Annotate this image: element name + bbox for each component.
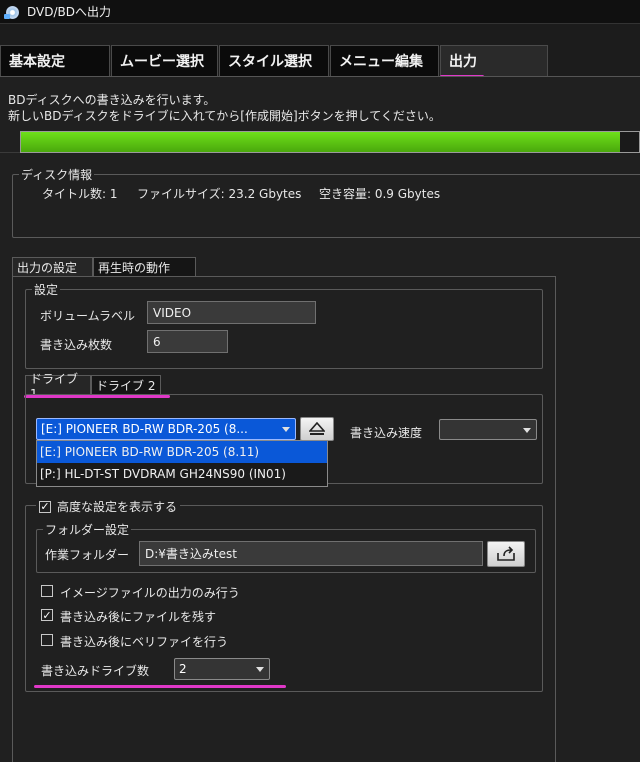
tab-movie-select[interactable]: ムービー選択	[111, 45, 218, 76]
copies-input[interactable]: 6	[147, 330, 228, 353]
write-speed-select[interactable]	[439, 419, 537, 440]
volume-label-caption: ボリュームラベル	[40, 309, 136, 323]
title-count: タイトル数: 1	[42, 187, 118, 201]
app-disc-icon	[4, 5, 22, 19]
main-tabs: 基本設定 ムービー選択 スタイル選択 メニュー編集 出力	[0, 45, 549, 76]
drive-option[interactable]: [E:] PIONEER BD-RW BDR-205 (8.11)	[37, 441, 327, 463]
tab-output[interactable]: 出力	[440, 45, 548, 76]
keep-files-checkbox[interactable]: ✓	[41, 609, 53, 621]
image-only-label: イメージファイルの出力のみ行う	[60, 586, 240, 600]
keep-files-label: 書き込み後にファイルを残す	[60, 610, 217, 624]
tab-style-select[interactable]: スタイル選択	[219, 45, 329, 76]
image-only-checkbox[interactable]	[41, 585, 53, 597]
chevron-down-icon	[282, 427, 290, 432]
title-bar: DVD/BDへ出力	[0, 0, 640, 24]
folder-upload-icon	[497, 546, 515, 561]
volume-label-input[interactable]: VIDEO	[147, 301, 316, 324]
verify-label: 書き込み後にベリファイを行う	[60, 635, 229, 649]
disc-info-label: ディスク情報	[19, 166, 95, 183]
write-speed-caption: 書き込み速度	[350, 426, 423, 440]
work-folder-input[interactable]: D:¥書き込みtest	[139, 541, 483, 566]
drive-dropdown-list: [E:] PIONEER BD-RW BDR-205 (8.11) [P:] H…	[36, 440, 328, 487]
tab-output-settings[interactable]: 出力の設定	[12, 257, 93, 277]
eject-icon	[309, 422, 325, 435]
window-title: DVD/BDへ出力	[27, 5, 111, 19]
advanced-toggle[interactable]: ✓ 高度な設定を表示する	[36, 498, 181, 515]
drive-count-caption: 書き込みドライブ数	[41, 664, 150, 678]
disc-usage-fill	[21, 132, 621, 152]
disc-usage-progress	[20, 131, 640, 153]
verify-checkbox[interactable]	[41, 634, 53, 646]
drive-tabs: ドライブ 1 ドライブ 2	[25, 372, 161, 401]
settings-subtabs: 出力の設定 再生時の動作	[12, 257, 196, 277]
tab-drive-2[interactable]: ドライブ 2	[91, 375, 161, 395]
annotation-underline-drive-count	[34, 685, 286, 688]
disc-info-group: ディスク情報	[12, 166, 640, 238]
tab-playback-behavior[interactable]: 再生時の動作	[93, 257, 196, 277]
tab-drive-1[interactable]: ドライブ 1	[25, 372, 91, 401]
tab-basic-settings[interactable]: 基本設定	[0, 45, 110, 76]
description: BDディスクへの書き込みを行います。 新しいBDディスクをドライブに入れてから[…	[8, 93, 441, 123]
work-folder-caption: 作業フォルダー	[45, 548, 130, 562]
tab-menu-edit[interactable]: メニュー編集	[330, 45, 439, 76]
chevron-down-icon	[523, 427, 531, 433]
chevron-down-icon	[256, 667, 264, 672]
settings-label: 設定	[32, 281, 61, 298]
drive-count-select[interactable]: 2	[174, 658, 270, 680]
free-space: 空き容量: 0.9 Gbytes	[319, 187, 441, 201]
file-size: ファイルサイズ: 23.2 Gbytes	[137, 187, 302, 201]
advanced-checkbox[interactable]: ✓	[39, 500, 51, 513]
browse-folder-button[interactable]	[487, 541, 525, 567]
folder-group-label: フォルダー設定	[43, 521, 132, 538]
drive-option[interactable]: [P:] HL-DT-ST DVDRAM GH24NS90 (IN01)	[37, 463, 327, 485]
eject-button[interactable]	[300, 417, 334, 441]
drive-select[interactable]: [E:] PIONEER BD-RW BDR-205 (8...	[36, 418, 296, 440]
copies-caption: 書き込み枚数	[40, 338, 113, 352]
